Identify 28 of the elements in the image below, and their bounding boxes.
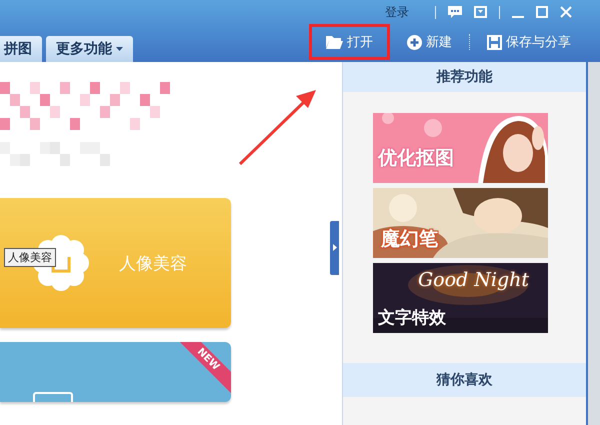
tooltip: 人像美容: [4, 248, 56, 267]
caret-icon: [332, 244, 336, 251]
close-icon[interactable]: [560, 6, 572, 18]
feature-banner[interactable]: 优化抠图: [373, 113, 548, 183]
toolbar-button[interactable]: 新建: [396, 24, 463, 60]
banner-title: 文字特效: [378, 307, 446, 329]
card-title: 人像美容: [119, 252, 187, 274]
section-header: 推荐功能: [343, 62, 586, 92]
save-icon: [487, 34, 502, 50]
feature-card[interactable]: 人像美容 人像美容: [0, 198, 231, 328]
banner-title: 优化抠图: [378, 146, 454, 171]
feature-banner[interactable]: 魔幻笔: [373, 188, 548, 258]
chat-icon[interactable]: [448, 6, 462, 18]
toolbar-button[interactable]: 打开: [309, 24, 390, 60]
tab[interactable]: 更多功能: [46, 36, 133, 62]
section-header: 猜你喜欢: [343, 363, 586, 397]
feature-banner[interactable]: Good Night 文字特效: [373, 263, 548, 333]
folder-icon: [326, 35, 343, 49]
login-link[interactable]: 登录: [385, 4, 409, 20]
toolbar-button[interactable]: 保存与分享: [476, 24, 582, 60]
tab[interactable]: 拼图: [0, 36, 42, 62]
collapse-handle[interactable]: [330, 220, 339, 274]
banner-title: 魔幻笔: [381, 227, 438, 252]
dropdown-icon[interactable]: [474, 6, 487, 18]
plus-icon: [407, 34, 422, 50]
caret-icon: [116, 47, 123, 51]
maximize-icon[interactable]: [536, 6, 548, 18]
banner-script-text: Good Night: [418, 269, 529, 291]
